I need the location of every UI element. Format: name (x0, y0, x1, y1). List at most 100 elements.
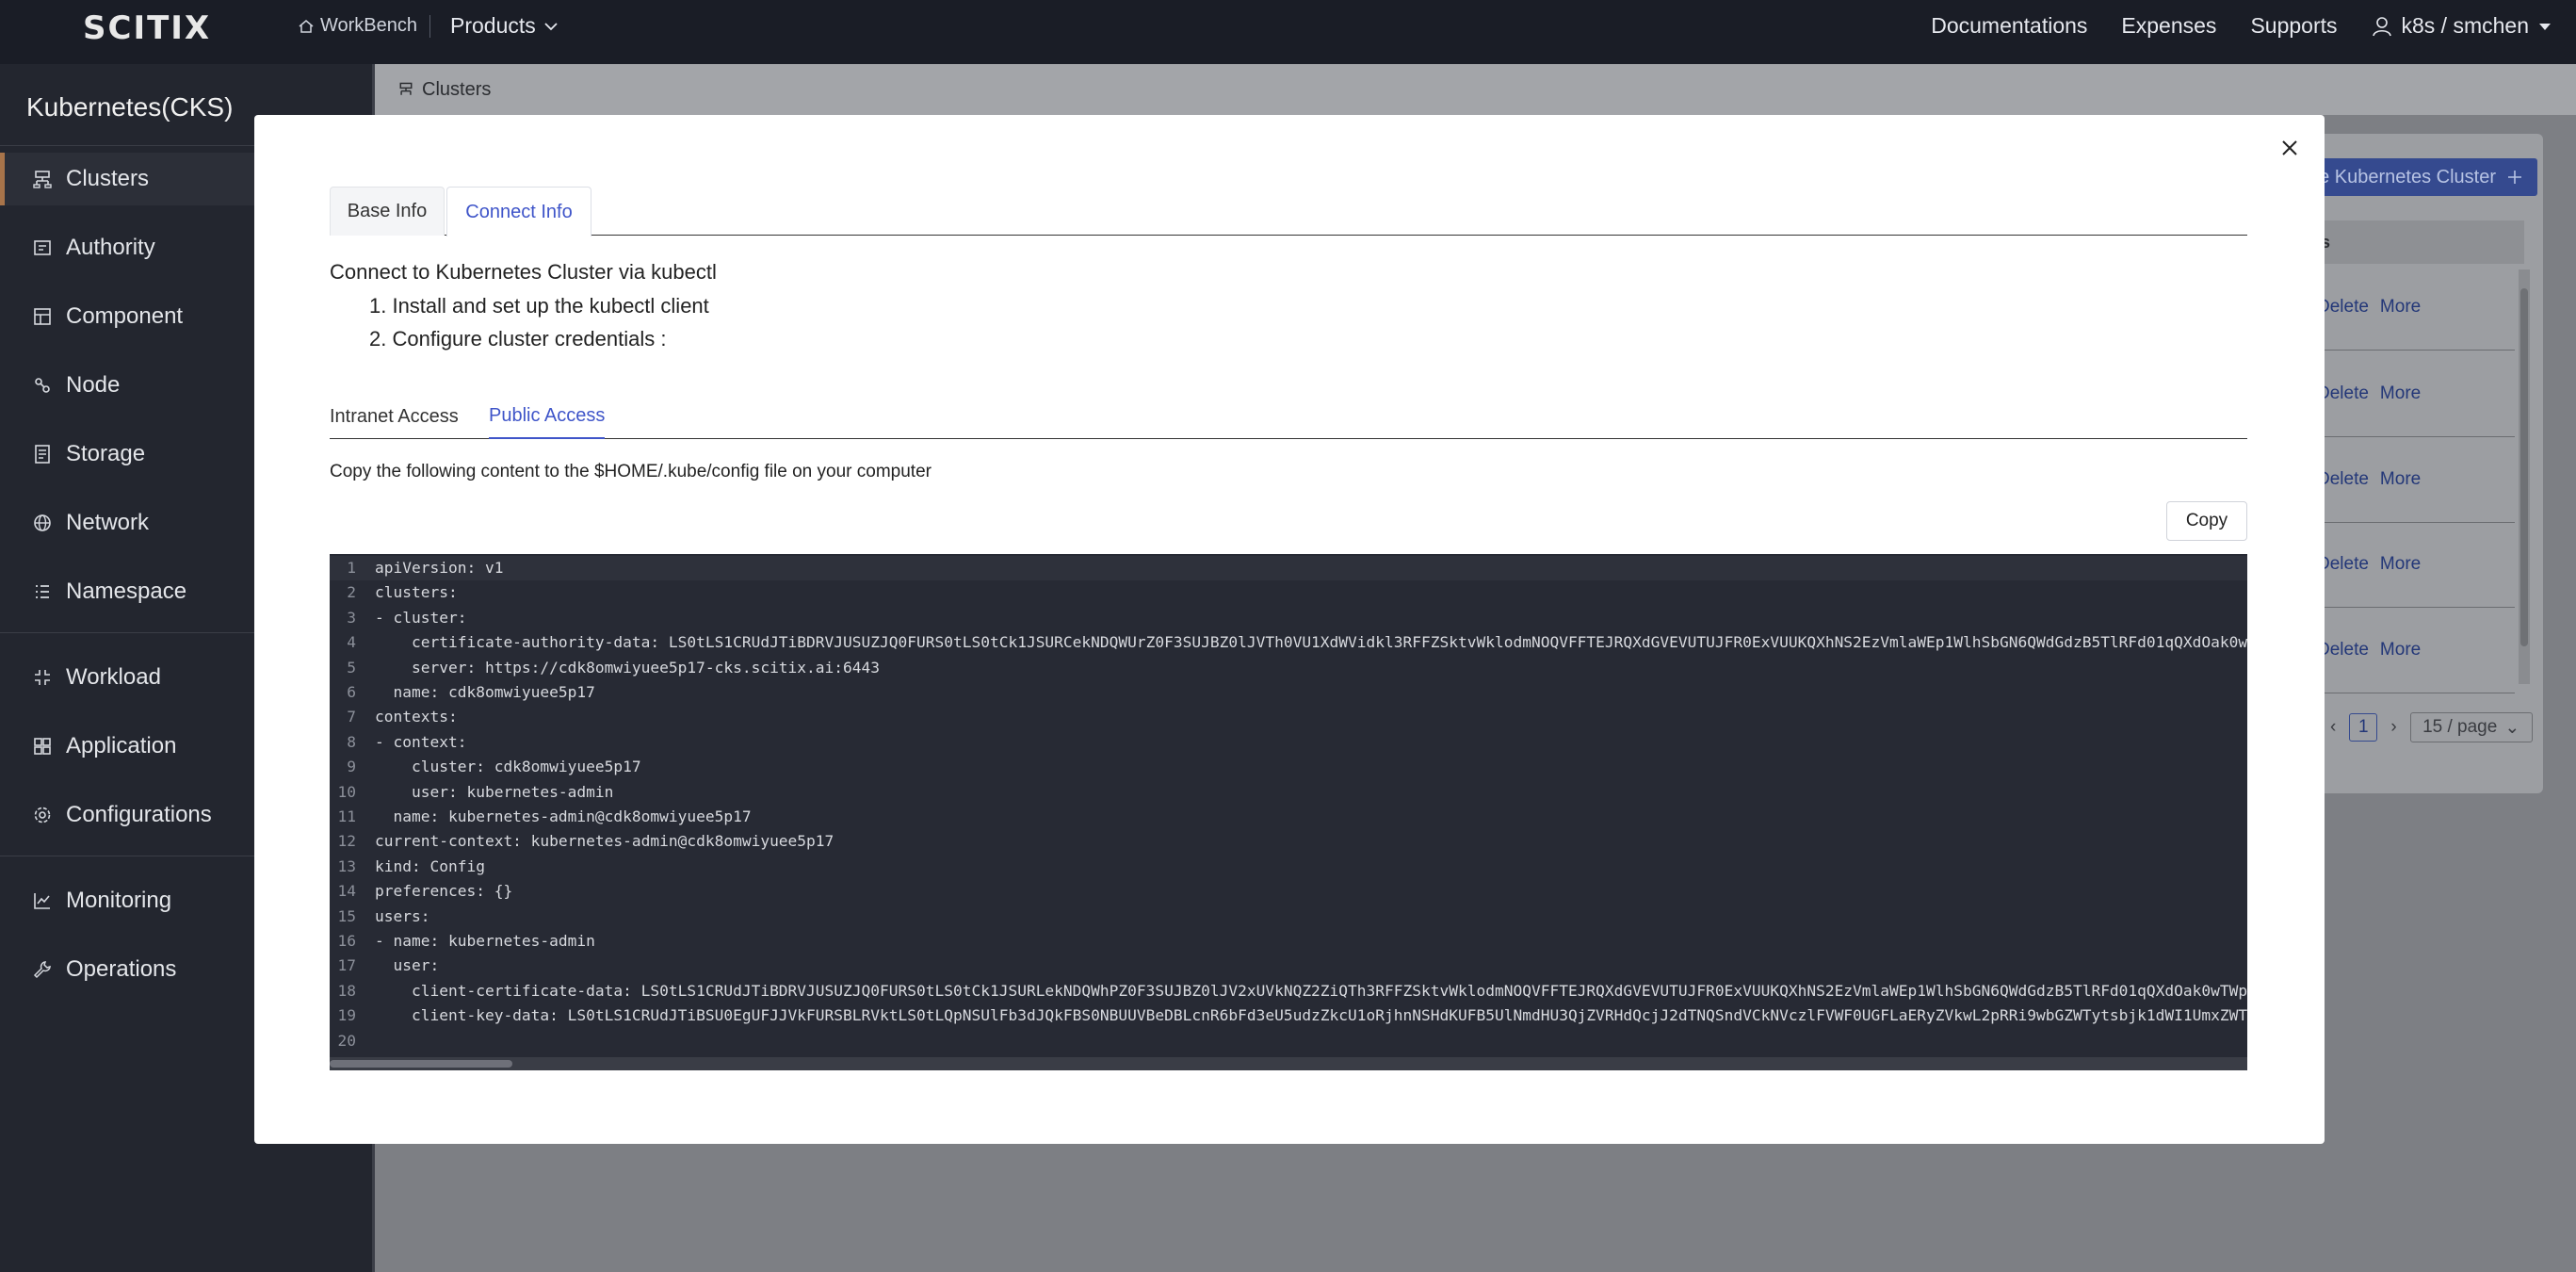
tab-connect-info[interactable]: Connect Info (446, 187, 591, 236)
line-number: 2 (347, 583, 356, 602)
line-number: 17 (337, 956, 357, 975)
more-link[interactable]: More (2380, 640, 2421, 660)
code-text: - name: kubernetes-admin (375, 932, 595, 950)
code-line: 19 client-key-data: LS0tLS1CRUdJTiBSU0Eg… (330, 1003, 2248, 1028)
code-line: 7 contexts: (330, 705, 2247, 729)
tab-public-access[interactable]: Public Access (489, 394, 606, 439)
more-link[interactable]: More (2380, 383, 2421, 404)
sidebar-item-label: Configurations (66, 802, 212, 827)
more-link[interactable]: More (2380, 554, 2421, 575)
tab-base-info[interactable]: Base Info (330, 187, 445, 236)
connect-title: Connect to Kubernetes Cluster via kubect… (330, 260, 717, 284)
delete-link[interactable]: Delete (2317, 469, 2369, 490)
sidebar-title: Kubernetes(CKS) (26, 92, 234, 122)
more-link[interactable]: More (2380, 297, 2421, 318)
line-number: 6 (347, 683, 356, 701)
namespace-icon (36, 585, 49, 598)
code-line: 15 users: (330, 905, 2247, 929)
sidebar-item-label: Node (66, 372, 121, 398)
line-number: 20 (337, 1031, 357, 1050)
line-number: 10 (337, 782, 357, 801)
more-link[interactable]: More (2380, 469, 2421, 490)
code-line: 12 current-context: kubernetes-admin@cdk8… (330, 829, 2247, 854)
sidebar-item-label: Component (66, 303, 184, 329)
code-line: 16 - name: kubernetes-admin (330, 929, 2247, 954)
code-text: contexts: (375, 708, 458, 726)
table-row: Delete More (2317, 436, 2515, 523)
step-install: 1. Install and set up the kubectl client (369, 294, 709, 318)
code-text: apiVersion: v1 (375, 559, 504, 577)
sidebar-item-label: Network (66, 510, 150, 535)
copy-button[interactable]: Copy (2166, 501, 2247, 541)
code-text: - cluster: (375, 608, 467, 627)
user-name: k8s / smchen (2401, 13, 2530, 38)
tab-intranet-access[interactable]: Intranet Access (330, 394, 459, 439)
prev-page-icon[interactable]: ‹ (2330, 717, 2336, 738)
user-menu[interactable]: k8s / smchen (2372, 13, 2552, 39)
kubeconfig-code-editor[interactable]: 1 apiVersion: v1 2 clusters: 3 - cluster: 4 ce… (330, 554, 2247, 1070)
code-line: 17 user: (330, 954, 2247, 978)
code-line: 3 - cluster: (330, 606, 2247, 630)
nav-products[interactable]: Products (450, 13, 559, 39)
delete-link[interactable]: Delete (2317, 297, 2369, 318)
line-number: 16 (337, 932, 357, 950)
line-number: 9 (347, 758, 356, 776)
scrollbar-thumb[interactable] (330, 1060, 512, 1068)
code-text: user: (375, 956, 440, 975)
monitoring-icon (34, 893, 50, 909)
line-number: 18 (337, 981, 357, 1000)
delete-link[interactable]: Delete (2317, 554, 2369, 575)
code-line: 5 server: https://cdk8omwiyuee5p17-cks.s… (330, 656, 2247, 680)
connect-info-modal: Base Info Connect Info Connect to Kubern… (254, 115, 2325, 1144)
nav-supports[interactable]: Supports (2250, 13, 2337, 39)
code-text: certificate-authority-data: LS0tLS1CRUdJ… (411, 633, 2247, 652)
cluster-icon (399, 82, 413, 95)
table-row: Delete More (2317, 607, 2515, 693)
code-line: 14 preferences: {} (330, 879, 2247, 904)
sidebar-item-label: Authority (66, 235, 155, 260)
page-size-select[interactable]: 15 / page ⌄ (2409, 712, 2533, 742)
code-text: cluster: cdk8omwiyuee5p17 (375, 758, 641, 776)
code-line: 20 (330, 1029, 2247, 1053)
code-text: - context: (375, 732, 467, 751)
table-row: Delete More (2317, 521, 2515, 608)
access-tabs: Intranet Access Public Access (330, 394, 2247, 439)
modal-tabs: Base Info Connect Info (330, 187, 2247, 236)
code-text: users: (375, 906, 430, 925)
node-icon (35, 378, 50, 393)
delete-link[interactable]: Delete (2317, 383, 2369, 404)
code-text: current-context: kubernetes-admin@cdk8om… (375, 832, 834, 851)
line-number: 1 (347, 559, 356, 577)
code-horizontal-scrollbar[interactable] (330, 1057, 2247, 1070)
page-button[interactable]: 1 (2349, 713, 2378, 742)
line-number: 11 (337, 807, 357, 825)
delete-link[interactable]: Delete (2317, 640, 2369, 660)
sidebar-item-label: Namespace (66, 579, 187, 604)
code-line: 10 user: kubernetes-admin (330, 780, 2247, 805)
logo[interactable]: SCITIX (83, 9, 211, 47)
table-row: Delete More (2317, 351, 2515, 437)
table-scrollbar[interactable] (2519, 269, 2530, 684)
nav-separator (429, 15, 430, 38)
next-page-icon[interactable]: › (2390, 717, 2396, 738)
nav-workbench[interactable]: WorkBench (298, 15, 417, 37)
code-text: name: cdk8omwiyuee5p17 (375, 683, 595, 701)
nav-expenses[interactable]: Expenses (2121, 13, 2216, 39)
copy-instruction: Copy the following content to the $HOME/… (330, 462, 932, 481)
scrollbar-thumb[interactable] (2520, 288, 2528, 646)
code-text: server: https://cdk8omwiyuee5p17-cks.sci… (375, 658, 881, 677)
close-icon[interactable] (2276, 134, 2304, 162)
chevron-down-icon (544, 22, 558, 30)
line-number: 7 (347, 708, 356, 726)
sidebar-item-label: Operations (66, 956, 177, 982)
line-number: 8 (347, 732, 356, 751)
line-number: 4 (347, 633, 356, 652)
network-icon (34, 514, 51, 531)
line-number: 5 (347, 658, 356, 677)
code-line: 4 certificate-authority-data: LS0tLS1CRU… (330, 630, 2247, 655)
code-line: 9 cluster: cdk8omwiyuee5p17 (330, 755, 2247, 779)
code-line: 6 name: cdk8omwiyuee5p17 (330, 680, 2247, 705)
nav-documentations[interactable]: Documentations (1931, 13, 2087, 39)
breadcrumb: Clusters (375, 64, 2576, 115)
sidebar-item-label: Application (66, 733, 177, 758)
